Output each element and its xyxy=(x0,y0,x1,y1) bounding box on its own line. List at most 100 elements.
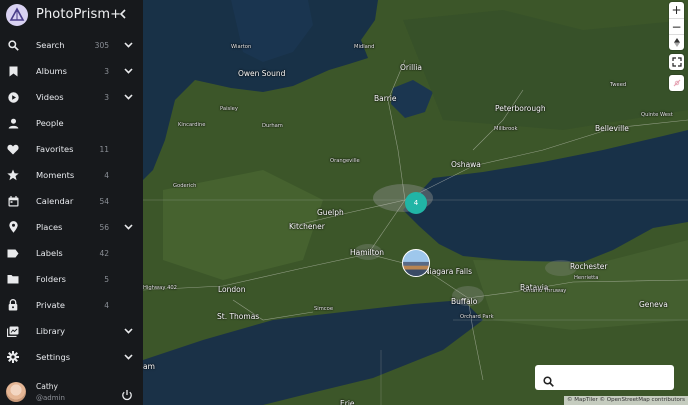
map-search-box[interactable] xyxy=(535,365,674,390)
map-place-label: am xyxy=(143,362,155,371)
map-place-label: Paisley xyxy=(220,106,238,112)
map-search-input[interactable] xyxy=(559,368,667,387)
sidebar-item-folders[interactable]: Folders 5 xyxy=(0,267,143,291)
search-icon xyxy=(7,39,19,51)
expand-chevron-down-icon[interactable] xyxy=(123,92,133,102)
sidebar-item-count: 42 xyxy=(99,248,109,258)
sidebar-item-albums[interactable]: Albums 3 xyxy=(0,59,143,83)
app-root: PhotoPrism+ Search 305 Albums 3 Videos 3 Peopl… xyxy=(0,0,688,405)
sidebar-item-count: 11 xyxy=(99,144,109,154)
map-attribution[interactable]: © MapTiler © OpenStreetMap contributors xyxy=(564,396,688,405)
sidebar-item-moments[interactable]: Moments 4 xyxy=(0,163,143,187)
sidebar-item-label: Folders xyxy=(36,274,66,284)
sidebar-item-calendar[interactable]: Calendar 54 xyxy=(0,189,143,213)
search-icon xyxy=(543,372,554,387)
sidebar-item-count: 54 xyxy=(99,196,109,206)
fullscreen-control xyxy=(669,54,684,70)
sidebar-item-favorites[interactable]: Favorites 11 xyxy=(0,137,143,161)
map-place-label: Wiarton xyxy=(231,44,252,50)
photo-thumbnail-marker[interactable] xyxy=(402,249,430,277)
user-handle: @admin xyxy=(36,394,65,402)
sidebar-item-label: Calendar xyxy=(36,196,74,206)
map-place-label: London xyxy=(218,285,246,294)
map-place-label: Owen Sound xyxy=(238,69,286,78)
photoprism-logo-icon[interactable] xyxy=(6,4,28,26)
expand-chevron-down-icon[interactable] xyxy=(123,222,133,232)
expand-chevron-down-icon[interactable] xyxy=(123,40,133,50)
sidebar-item-label: Albums xyxy=(36,66,67,76)
collapse-sidebar-chevron-left-icon[interactable] xyxy=(116,5,130,23)
map-place-label: Oshawa xyxy=(451,160,481,169)
sidebar-item-count: 5 xyxy=(104,274,109,284)
sidebar: PhotoPrism+ Search 305 Albums 3 Videos 3 Peopl… xyxy=(0,0,143,405)
map-place-label: Quinte West xyxy=(641,112,673,118)
sidebar-item-places[interactable]: Places 56 xyxy=(0,215,143,239)
sidebar-item-label: Labels xyxy=(36,248,63,258)
map-place-label: Buffalo xyxy=(451,297,478,306)
road-label: Ontario Thruway xyxy=(523,288,567,294)
zoom-out-icon[interactable]: − xyxy=(669,18,684,34)
map-place-label: Orchard Park xyxy=(460,314,494,320)
map-place-label: Guelph xyxy=(317,208,344,217)
sidebar-item-count: 4 xyxy=(104,300,109,310)
brand-bar: PhotoPrism+ xyxy=(0,0,143,30)
map-place-label: Belleville xyxy=(595,124,629,133)
map-place-label: Peterborough xyxy=(495,104,546,113)
road-label: Highway 402 xyxy=(143,285,177,291)
photo-cluster-marker[interactable]: 4 xyxy=(405,192,427,214)
expand-chevron-down-icon[interactable] xyxy=(123,352,133,362)
map-place-label: Erie xyxy=(340,399,355,405)
locate-me-icon[interactable] xyxy=(669,75,684,91)
map-place-label: Simcoe xyxy=(314,306,334,312)
map-place-label: Tweed xyxy=(610,82,627,88)
user-panel[interactable]: Cathy @admin xyxy=(0,378,143,405)
map-place-label: Midland xyxy=(354,44,375,50)
sidebar-item-label: Favorites xyxy=(36,144,74,154)
zoom-in-icon[interactable]: + xyxy=(669,2,684,18)
sidebar-item-label: Moments xyxy=(36,170,75,180)
map-place-label: Rochester xyxy=(570,262,608,271)
sidebar-item-videos[interactable]: Videos 3 xyxy=(0,85,143,109)
library-icon xyxy=(7,325,19,337)
map-place-label: Orillia xyxy=(400,63,422,72)
sidebar-item-label: Private xyxy=(36,300,65,310)
expand-chevron-down-icon[interactable] xyxy=(123,66,133,76)
map-place-label: Goderich xyxy=(173,183,197,189)
calendar-icon xyxy=(7,195,19,207)
lock-icon xyxy=(7,299,19,311)
sidebar-item-label: Places xyxy=(36,222,63,232)
gear-icon xyxy=(7,351,19,363)
zoom-controls: + − xyxy=(669,2,684,50)
map-place-label: Millbrook xyxy=(494,126,518,132)
sidebar-item-label: Library xyxy=(36,326,66,336)
folder-icon xyxy=(7,273,19,285)
star-icon xyxy=(7,169,19,181)
bookmark-icon xyxy=(7,65,19,77)
fullscreen-icon[interactable] xyxy=(669,54,684,70)
sidebar-item-labels[interactable]: Labels 42 xyxy=(0,241,143,265)
map-place-label: Barrie xyxy=(374,94,397,103)
logout-power-icon[interactable] xyxy=(121,386,133,401)
play-circle-icon xyxy=(7,91,19,103)
sidebar-item-count: 3 xyxy=(104,66,109,76)
sidebar-item-settings[interactable]: Settings xyxy=(0,345,143,369)
sidebar-item-label: Videos xyxy=(36,92,64,102)
map-place-label: Henrietta xyxy=(574,275,599,281)
expand-chevron-down-icon[interactable] xyxy=(123,326,133,336)
heart-icon xyxy=(7,143,19,155)
sidebar-item-count: 56 xyxy=(99,222,109,232)
sidebar-item-library[interactable]: Library xyxy=(0,319,143,343)
sidebar-item-private[interactable]: Private 4 xyxy=(0,293,143,317)
sidebar-item-people[interactable]: People xyxy=(0,111,143,135)
map-place-label: Durham xyxy=(262,123,283,129)
sidebar-item-count: 4 xyxy=(104,170,109,180)
locate-control xyxy=(669,75,684,91)
compass-reset-north-icon[interactable] xyxy=(669,34,684,50)
map-view[interactable]: Wiarton Midland Orillia Owen Sound Barrie Twe… xyxy=(143,0,688,405)
sidebar-item-label: Settings xyxy=(36,352,71,362)
map-place-label: St. Thomas xyxy=(217,312,260,321)
avatar[interactable] xyxy=(6,382,26,402)
sidebar-item-search[interactable]: Search 305 xyxy=(0,33,143,57)
sidebar-item-label: People xyxy=(36,118,64,128)
sidebar-item-count: 3 xyxy=(104,92,109,102)
